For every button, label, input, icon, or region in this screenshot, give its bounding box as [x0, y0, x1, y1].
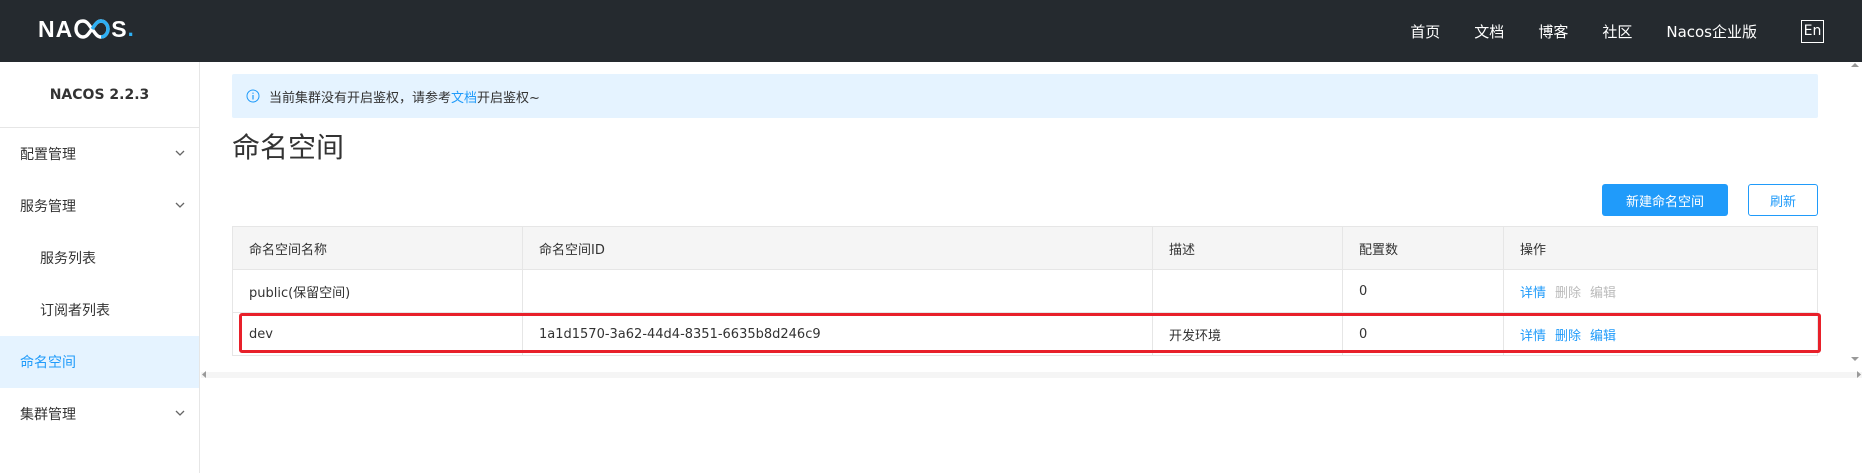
- nacos-logo[interactable]: NA S .: [38, 14, 135, 44]
- sidebar: NACOS 2.2.3 配置管理 服务管理 服务列表 订阅者列表 命名空间 集群…: [0, 62, 200, 473]
- notice-text-after: 开启鉴权~: [477, 90, 540, 106]
- namespace-id-cell: 1a1d1570-3a62-44d4-8351-6635b8d246c9: [523, 313, 1153, 355]
- sidebar-item-namespace[interactable]: 命名空间: [0, 336, 199, 388]
- chevron-down-icon: [175, 202, 185, 208]
- info-icon: [246, 89, 260, 103]
- table-header-row: 命名空间名称 命名空间ID 描述 配置数 操作: [233, 227, 1817, 270]
- main-content: 当前集群没有开启鉴权，请参考 文档 开启鉴权~ 命名空间 新建命名空间 刷新 命…: [201, 62, 1862, 473]
- nav-blog[interactable]: 博客: [1538, 21, 1568, 42]
- sidebar-item-label: 服务管理: [20, 199, 76, 215]
- namespace-table: 命名空间名称 命名空间ID 描述 配置数 操作 public(保留空间) 0 详…: [232, 226, 1818, 356]
- sidebar-item-subscriber-list[interactable]: 订阅者列表: [0, 284, 199, 336]
- refresh-button[interactable]: 刷新: [1748, 184, 1818, 216]
- column-header-config-count: 配置数: [1343, 227, 1504, 269]
- logo-text-prefix: NA: [38, 15, 74, 42]
- horizontal-scrollbar[interactable]: [201, 367, 1862, 381]
- detail-link[interactable]: 详情: [1520, 282, 1546, 301]
- nav-home[interactable]: 首页: [1410, 21, 1440, 42]
- nav-docs[interactable]: 文档: [1474, 21, 1504, 42]
- nav-enterprise[interactable]: Nacos企业版: [1666, 21, 1757, 42]
- sidebar-item-label: 配置管理: [20, 147, 76, 163]
- config-count-cell: 0: [1343, 313, 1504, 355]
- sidebar-item-service-management[interactable]: 服务管理: [0, 180, 199, 232]
- delete-link-disabled: 删除: [1555, 285, 1582, 301]
- sidebar-item-label: 集群管理: [20, 407, 76, 423]
- version-label: NACOS 2.2.3: [0, 62, 199, 128]
- table-row: dev 1a1d1570-3a62-44d4-8351-6635b8d246c9…: [233, 313, 1817, 356]
- create-namespace-button[interactable]: 新建命名空间: [1602, 184, 1728, 216]
- auth-notice-banner: 当前集群没有开启鉴权，请参考 文档 开启鉴权~: [232, 74, 1818, 118]
- chevron-down-icon: [175, 150, 185, 156]
- top-navbar: NA S . 首页 文档 博客 社区 Nacos企业版 En: [0, 0, 1862, 62]
- logo-text-suffix: S: [111, 15, 128, 42]
- column-header-name: 命名空间名称: [233, 227, 523, 269]
- namespace-id-cell: [523, 270, 1153, 312]
- sidebar-item-config-management[interactable]: 配置管理: [0, 128, 199, 180]
- actions-cell: 详情 删除 编辑: [1504, 270, 1817, 312]
- language-switch-button[interactable]: En: [1801, 19, 1824, 43]
- logo-dot: .: [127, 16, 135, 41]
- column-header-description: 描述: [1153, 227, 1343, 269]
- nav-community[interactable]: 社区: [1602, 21, 1632, 42]
- column-header-id: 命名空间ID: [523, 227, 1153, 269]
- sidebar-item-label: 命名空间: [20, 355, 76, 371]
- delete-link[interactable]: 删除: [1555, 325, 1581, 344]
- page-title: 命名空间: [232, 131, 345, 164]
- config-count-cell: 0: [1343, 270, 1504, 312]
- sidebar-item-service-list[interactable]: 服务列表: [0, 232, 199, 284]
- namespace-description-cell: 开发环境: [1153, 313, 1343, 355]
- top-nav-links: 首页 文档 博客 社区 Nacos企业版 En: [1410, 0, 1862, 62]
- vertical-scrollbar[interactable]: [1848, 62, 1862, 362]
- edit-link-disabled: 编辑: [1590, 285, 1617, 301]
- column-header-actions: 操作: [1520, 242, 1547, 258]
- chevron-down-icon: [175, 410, 185, 416]
- detail-link[interactable]: 详情: [1520, 325, 1546, 344]
- notice-docs-link[interactable]: 文档: [451, 87, 477, 106]
- actions-cell: 详情 删除 编辑: [1504, 313, 1817, 355]
- sidebar-item-label: 订阅者列表: [40, 303, 110, 319]
- edit-link[interactable]: 编辑: [1590, 325, 1616, 344]
- namespace-name-cell: public(保留空间): [233, 270, 523, 312]
- namespace-name-cell: dev: [233, 313, 523, 355]
- sidebar-item-cluster-management[interactable]: 集群管理: [0, 388, 199, 440]
- sidebar-item-label: 服务列表: [40, 251, 96, 267]
- table-row: public(保留空间) 0 详情 删除 编辑: [233, 270, 1817, 313]
- namespace-description-cell: [1153, 270, 1343, 312]
- logo-infinity-icon: [74, 18, 110, 40]
- notice-text-before: 当前集群没有开启鉴权，请参考: [269, 90, 452, 106]
